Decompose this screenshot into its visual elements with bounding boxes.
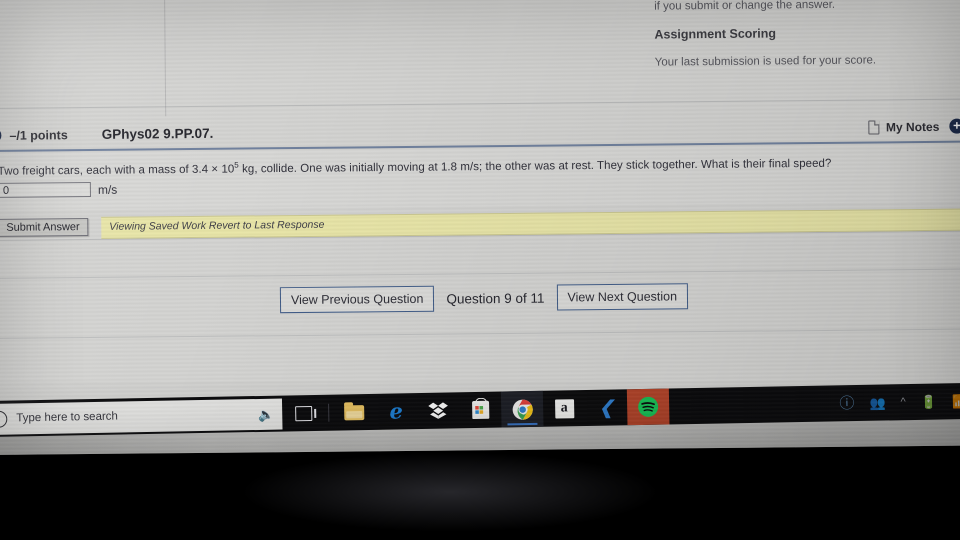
- taskbar-item-microsoft-store[interactable]: [459, 392, 502, 429]
- amazon-icon: a: [554, 398, 574, 419]
- submit-answer-button[interactable]: Submit Answer: [0, 218, 89, 237]
- page-left-divider: [163, 0, 167, 117]
- submit-row: Viewing Saved Work Revert to Last Respon…: [0, 208, 960, 240]
- network-wifi-icon[interactable]: 📶: [952, 393, 960, 408]
- answer-row: m/s: [0, 182, 117, 198]
- monitor-photo: number of submissions remaining for each…: [0, 0, 960, 540]
- microsoft-edge-icon: e: [389, 398, 404, 424]
- file-explorer-icon: [344, 404, 365, 420]
- taskbar-item-microsoft-edge[interactable]: e: [375, 393, 418, 430]
- taskbar-item-slack[interactable]: ❮: [585, 389, 628, 426]
- points-label: –/1 points: [9, 127, 68, 143]
- search-input[interactable]: Type here to search: [16, 408, 249, 425]
- slack-icon: ❮: [598, 397, 614, 418]
- help-icon[interactable]: ⓘ: [839, 395, 854, 412]
- taskbar-item-dropbox[interactable]: [417, 392, 460, 429]
- my-notes-control[interactable]: My Notes +: [867, 118, 960, 135]
- question-text: Two freight cars, each with a mass of 3.…: [0, 155, 831, 178]
- task-view-icon: [294, 405, 312, 421]
- battery-icon[interactable]: 🔋: [921, 394, 937, 409]
- taskbar-item-task-view[interactable]: [282, 395, 325, 432]
- view-next-question-button[interactable]: View Next Question: [556, 283, 689, 311]
- notes-plus-circle-icon[interactable]: +: [949, 118, 960, 134]
- google-chrome-icon: [512, 399, 533, 420]
- question-pager: View Previous Question Question 9 of 11 …: [0, 280, 960, 316]
- taskbar-item-amazon[interactable]: a: [543, 390, 586, 427]
- dropbox-icon: [428, 402, 448, 419]
- question-code: GPhys02 9.PP.07.: [101, 125, 214, 142]
- spotify-icon: [637, 396, 659, 418]
- taskbar-pinned-items: e a ❮: [282, 388, 670, 431]
- question-position-label: Question 9 of 11: [446, 290, 545, 307]
- microsoft-store-icon: [471, 400, 489, 420]
- answer-input[interactable]: [0, 182, 91, 198]
- people-icon[interactable]: 👥: [869, 395, 885, 410]
- assignment-instructions: number of submissions remaining for each…: [654, 0, 960, 69]
- question-text-part-2: kg, collide. One was initially moving at…: [238, 157, 832, 176]
- answer-unit-label: m/s: [97, 182, 118, 197]
- browser-page: number of submissions remaining for each…: [0, 0, 960, 420]
- taskbar-search-box[interactable]: Type here to search 🔈: [0, 398, 283, 435]
- assignment-scoring-heading: Assignment Scoring: [654, 26, 777, 42]
- cortana-circle-icon[interactable]: [0, 410, 8, 428]
- plus-circle-icon[interactable]: +: [0, 127, 2, 144]
- my-notes-label: My Notes: [885, 119, 940, 134]
- taskbar-item-spotify[interactable]: [626, 388, 670, 426]
- saved-work-banner: Viewing Saved Work Revert to Last Respon…: [101, 208, 960, 239]
- screen-area: number of submissions remaining for each…: [0, 0, 960, 455]
- note-page-icon: [867, 119, 880, 135]
- question-body: Two freight cars, each with a mass of 3.…: [0, 143, 960, 211]
- bezel-reflection: [240, 452, 660, 532]
- instructions-line-2: if you submit or change the answer.: [654, 0, 836, 13]
- microphone-icon[interactable]: 🔈: [258, 406, 274, 421]
- page-divider-above-pager: [0, 268, 960, 279]
- saved-work-banner-text[interactable]: Viewing Saved Work Revert to Last Respon…: [109, 219, 324, 233]
- view-previous-question-button[interactable]: View Previous Question: [279, 285, 435, 314]
- show-hidden-icons-icon[interactable]: ^: [900, 396, 905, 408]
- taskbar-item-file-explorer[interactable]: [333, 394, 376, 431]
- taskbar-separator: [328, 403, 330, 422]
- system-tray: ⓘ 👥 ^ 🔋 📶: [839, 383, 960, 422]
- question-text-part-1: Two freight cars, each with a mass of 3.…: [0, 163, 235, 178]
- page-divider-below-pager: [0, 328, 960, 339]
- page-divider-top: [0, 98, 960, 109]
- assignment-scoring-note: Your last submission is used for your sc…: [654, 54, 877, 69]
- taskbar-item-google-chrome[interactable]: [500, 390, 544, 428]
